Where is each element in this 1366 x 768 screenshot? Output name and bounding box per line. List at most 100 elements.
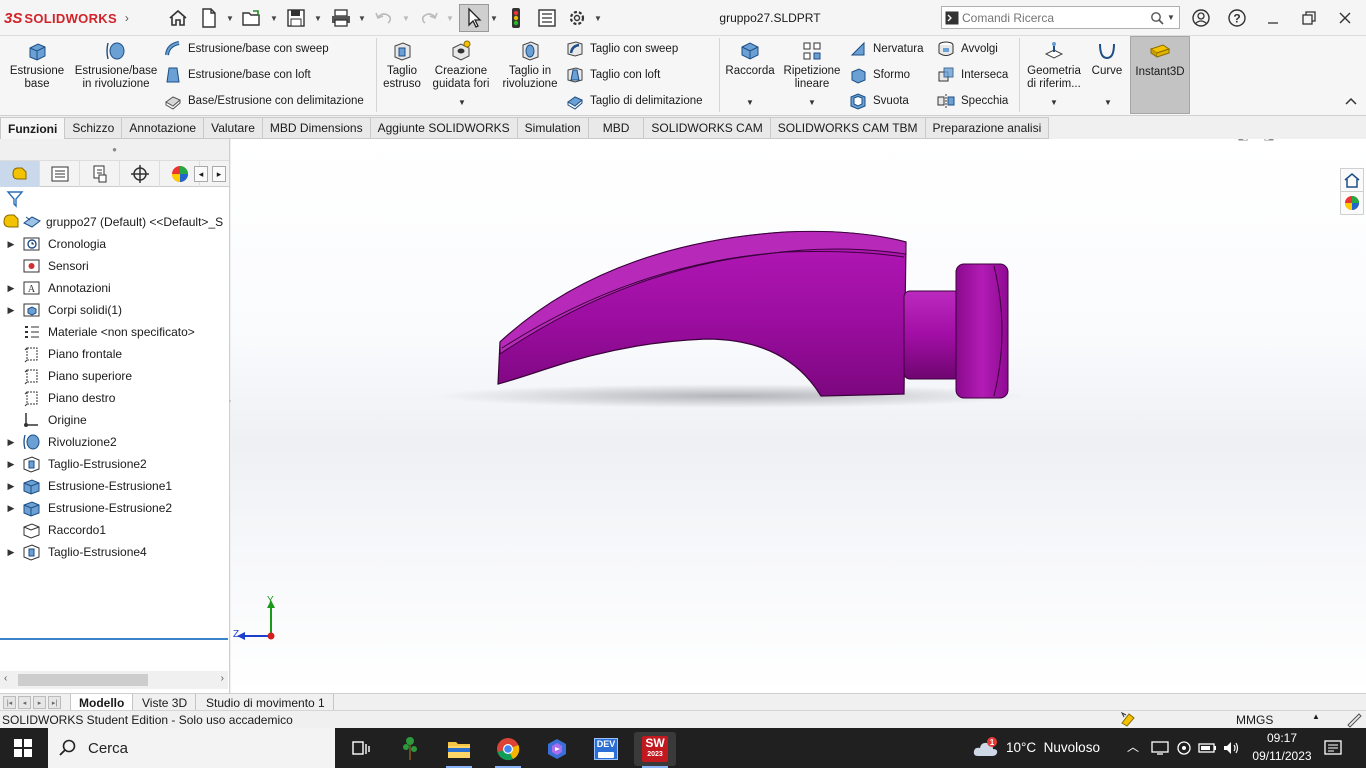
- chevron-down-icon[interactable]: ▼: [270, 12, 278, 24]
- tree-root-part[interactable]: gruppo27 (Default) <<Default>_S: [0, 211, 228, 233]
- file-properties-icon[interactable]: [536, 7, 558, 29]
- prev-tab-icon[interactable]: ◂: [18, 696, 31, 709]
- horizontal-scrollbar[interactable]: ‹ ›: [0, 671, 228, 689]
- first-tab-icon[interactable]: |◂: [3, 696, 16, 709]
- task-view-icon[interactable]: [340, 732, 382, 766]
- property-manager-tab[interactable]: [40, 161, 80, 187]
- revolved-boss-button[interactable]: Estrusione/base in rivoluzione: [72, 40, 160, 91]
- scroll-right-arrow-icon[interactable]: ›: [221, 673, 224, 684]
- tab-studio-movimento[interactable]: Studio di movimento 1: [198, 694, 334, 711]
- tab-scroll-left-icon[interactable]: ◂: [194, 166, 208, 182]
- chevron-down-icon[interactable]: ▼: [314, 12, 322, 24]
- clock-time[interactable]: 09:17: [1252, 731, 1312, 745]
- appearances-scenes-icon[interactable]: [1340, 191, 1364, 215]
- instant3d-toggle[interactable]: Instant3D: [1130, 36, 1190, 114]
- fillet-button[interactable]: Raccorda: [722, 40, 778, 78]
- scroll-thumb[interactable]: [18, 674, 148, 686]
- unit-system[interactable]: MMGS: [1236, 713, 1273, 727]
- chevron-down-icon[interactable]: ▼: [402, 12, 410, 24]
- mirror-button[interactable]: Specchia: [937, 90, 1008, 112]
- weather-cloud-icon[interactable]: 1: [972, 736, 1000, 763]
- tree-item[interactable]: ▶ Rivoluzione2: [0, 431, 228, 453]
- tree-filter[interactable]: [0, 187, 229, 211]
- tree-item[interactable]: Origine: [0, 409, 228, 431]
- tab-modello[interactable]: Modello: [70, 694, 134, 711]
- open-folder-icon[interactable]: [241, 7, 263, 29]
- dimxpert-manager-tab[interactable]: [120, 161, 160, 187]
- show-hidden-icons-chevron-icon[interactable]: ︿: [1127, 738, 1139, 755]
- expand-arrow-icon[interactable]: ▶: [0, 305, 22, 316]
- search-icon[interactable]: [1147, 11, 1167, 25]
- chevron-down-icon[interactable]: ▼: [226, 12, 234, 24]
- collapse-ribbon-icon[interactable]: [1344, 94, 1360, 110]
- tab-simulation[interactable]: Simulation: [517, 117, 589, 139]
- desktop-plant-app-icon[interactable]: [389, 732, 431, 766]
- rollback-bar[interactable]: [0, 638, 228, 640]
- curves-button[interactable]: Curve: [1088, 40, 1126, 78]
- tab-solidworks-cam[interactable]: SOLIDWORKS CAM: [644, 117, 771, 139]
- viewport-close-icon[interactable]: ×: [1337, 139, 1357, 143]
- wrap-button[interactable]: Avvolgi: [937, 38, 998, 60]
- chevron-down-icon[interactable]: ▼: [1050, 98, 1058, 107]
- volume-speaker-icon[interactable]: [1222, 740, 1240, 759]
- chevron-down-icon[interactable]: ▼: [1167, 13, 1179, 22]
- app-hexagon-icon[interactable]: [536, 732, 578, 766]
- tree-item[interactable]: ▶ Cronologia: [0, 233, 228, 255]
- tree-item[interactable]: ▶ Estrusione-Estrusione1: [0, 475, 228, 497]
- command-search-box[interactable]: ▼: [941, 6, 1180, 29]
- help-icon[interactable]: ?: [1224, 6, 1250, 30]
- boundary-boss-button[interactable]: Base/Estrusione con delimitazione: [164, 90, 364, 112]
- panel-grip[interactable]: ●: [0, 139, 229, 161]
- tree-item[interactable]: Materiale <non specificato>: [0, 321, 228, 343]
- minimize-window-icon[interactable]: [1260, 6, 1286, 30]
- tab-schizzo[interactable]: Schizzo: [65, 117, 123, 139]
- dev-tools-icon[interactable]: DEV: [585, 732, 627, 766]
- rebuild-traffic-light-icon[interactable]: [505, 7, 527, 29]
- tab-annotazione[interactable]: Annotazione: [122, 117, 205, 139]
- graphics-area[interactable]: ◧ ◨ – ❐ × Y Z: [231, 139, 1366, 693]
- boss-extrude-button[interactable]: Estrusione base: [6, 40, 68, 91]
- expand-arrow-icon[interactable]: ▶: [0, 437, 22, 448]
- last-tab-icon[interactable]: ▸|: [48, 696, 61, 709]
- chevron-down-icon[interactable]: ▼: [446, 12, 454, 24]
- options-gear-icon[interactable]: [566, 7, 588, 29]
- rib-button[interactable]: Nervatura: [849, 38, 924, 60]
- tab-viste-3d[interactable]: Viste 3D: [134, 694, 197, 711]
- tree-item[interactable]: ▶ Taglio-Estrusione2: [0, 453, 228, 475]
- weather-text[interactable]: 10°C Nuvoloso: [1006, 740, 1116, 755]
- tree-item[interactable]: Raccordo1: [0, 519, 228, 541]
- shell-button[interactable]: Svuota: [849, 90, 909, 112]
- chevron-down-icon[interactable]: ▼: [490, 12, 498, 24]
- new-document-icon[interactable]: [198, 7, 220, 29]
- meet-now-camera-icon[interactable]: [1176, 740, 1192, 759]
- windows-start-icon[interactable]: [14, 739, 32, 760]
- battery-icon[interactable]: [1198, 740, 1218, 759]
- boundary-cut-button[interactable]: Taglio di delimitazione: [566, 90, 703, 112]
- notifications-icon[interactable]: [1324, 739, 1342, 760]
- redo-icon[interactable]: [418, 7, 440, 29]
- tree-item[interactable]: ▶ A Annotazioni: [0, 277, 228, 299]
- restore-window-icon[interactable]: [1296, 6, 1322, 30]
- tab-solidworks-cam-tbm[interactable]: SOLIDWORKS CAM TBM: [770, 117, 926, 139]
- revolved-cut-button[interactable]: Taglio in rivoluzione: [498, 40, 562, 91]
- swept-cut-button[interactable]: Taglio con sweep: [566, 38, 678, 60]
- expand-arrow-icon[interactable]: ▶: [0, 547, 22, 558]
- home-icon[interactable]: [167, 7, 189, 29]
- save-icon[interactable]: [285, 7, 307, 29]
- solidworks-resources-home-icon[interactable]: [1340, 168, 1364, 192]
- expand-arrow-icon[interactable]: ▶: [0, 459, 22, 470]
- chevron-down-icon[interactable]: ▼: [358, 12, 366, 24]
- configuration-manager-tab[interactable]: [80, 161, 120, 187]
- expand-arrow-icon[interactable]: ▶: [0, 239, 22, 250]
- feature-manager-tab[interactable]: [0, 161, 40, 187]
- scroll-left-arrow-icon[interactable]: ‹: [4, 673, 7, 684]
- lofted-boss-button[interactable]: Estrusione/base con loft: [164, 64, 311, 86]
- tree-item[interactable]: Piano frontale: [0, 343, 228, 365]
- tab-mbd-dimensions[interactable]: MBD Dimensions: [262, 117, 371, 139]
- next-view-icon[interactable]: ◨: [1259, 139, 1279, 143]
- tree-item[interactable]: ▶ Estrusione-Estrusione2: [0, 497, 228, 519]
- hole-wizard-button[interactable]: Creazione guidata fori: [428, 40, 494, 91]
- tab-valutare[interactable]: Valutare: [204, 117, 263, 139]
- chrome-browser-icon[interactable]: [487, 732, 529, 768]
- viewport-restore-icon[interactable]: ❐: [1311, 139, 1331, 143]
